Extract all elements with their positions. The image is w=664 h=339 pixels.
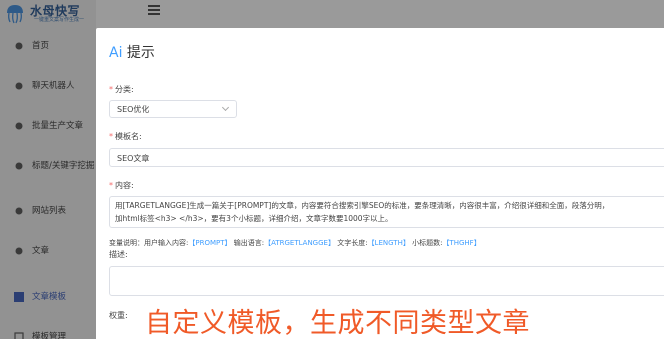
chat-icon (15, 82, 23, 90)
description-label: 描述: (109, 250, 128, 259)
sidebar-item-label: 标题/关键字挖掘 (32, 161, 95, 171)
dialog-title-prefix: Ai (109, 45, 123, 61)
required-mark: * (109, 85, 113, 94)
article-icon (15, 247, 23, 255)
prompt-dialog: Ai 提示 * 分类: SEO优化 * 模板名: SEO文章 * 内容: 用[TARG… (96, 28, 664, 339)
logo-subtitle: 一键重文案写作生成一 (34, 17, 85, 23)
sidebar-item-label: 首页 (32, 41, 50, 51)
content-label: * 内容: (109, 180, 134, 191)
vars-length-label: 文字长度: (337, 239, 368, 247)
var-length: 【LENGTH】 (367, 239, 410, 247)
sidebar-item-label: 批量生产文章 (32, 121, 84, 131)
category-label: * 分类: (109, 84, 134, 95)
category-select[interactable]: SEO优化 (109, 100, 237, 118)
chevron-down-icon (221, 103, 230, 112)
template-name-label-text: 模板名: (115, 132, 142, 141)
sidebar-item-websites[interactable]: 网站列表 (0, 200, 96, 222)
vars-prefix: 变量说明：用户输入内容: (109, 239, 189, 247)
dialog-title: Ai 提示 (109, 42, 155, 62)
app-logo[interactable]: 水母快写 一键重文案写作生成一 (4, 0, 94, 28)
required-mark: * (109, 132, 113, 141)
weight-label: 权重: (109, 311, 128, 320)
template-manage-icon (14, 332, 24, 339)
menu-toggle-icon[interactable] (148, 5, 160, 17)
var-language: 【ATRGETLANGGE】 (264, 239, 335, 247)
sidebar-item-keyword-mining[interactable]: 标题/关键字挖掘 (0, 155, 96, 177)
content-label-text: 内容: (115, 181, 134, 190)
sidebar-item-chatbot[interactable]: 聊天机器人 (0, 75, 96, 97)
website-icon (15, 207, 23, 215)
category-label-text: 分类: (115, 85, 134, 94)
sidebar: 水母快写 一键重文案写作生成一 首页 聊天机器人 批量生产文章 标题/关键字挖掘… (0, 0, 96, 339)
content-line-1: 用[TARGETLANGGE]生成一篇关于[PROMPT]的文章，内容要符合搜索… (115, 201, 610, 210)
description-textarea[interactable] (109, 266, 664, 296)
batch-icon (15, 122, 23, 130)
jellyfish-logo-icon (7, 5, 23, 24)
var-prompt: 【PROMPT】 (188, 239, 232, 247)
sidebar-item-label: 聊天机器人 (32, 81, 75, 91)
content-line-2: 加html标签<h3> </h3>，要有3个小标题，详细介绍，文章字数要1000… (115, 214, 393, 223)
sidebar-item-batch-articles[interactable]: 批量生产文章 (0, 115, 96, 137)
template-name-input[interactable]: SEO文章 (109, 148, 664, 167)
home-icon (15, 42, 23, 50)
required-mark: * (109, 181, 113, 190)
sidebar-item-articles[interactable]: 文章 (0, 240, 96, 262)
keyword-icon (15, 162, 23, 170)
top-bar (96, 0, 664, 22)
template-icon (14, 292, 24, 302)
dialog-title-text: 提示 (126, 45, 155, 61)
content-textarea[interactable]: 用[TARGETLANGGE]生成一篇关于[PROMPT]的文章，内容要符合搜索… (109, 196, 664, 228)
sidebar-item-label: 文章 (32, 246, 50, 256)
sidebar-item-article-templates[interactable]: 文章模板 (0, 286, 96, 308)
category-select-value: SEO优化 (117, 105, 150, 114)
sidebar-item-label: 文章模板 (32, 292, 67, 302)
sidebar-item-label: 网站列表 (32, 206, 67, 216)
var-headings: 【THGHF】 (442, 239, 481, 247)
sidebar-item-home[interactable]: 首页 (0, 35, 96, 57)
vars-language-label: 输出语言: (233, 239, 265, 247)
template-name-value: SEO文章 (117, 154, 150, 163)
sidebar-item-template-management[interactable]: 模板管理 (0, 326, 96, 339)
vars-headings-label: 小标题数: (412, 239, 443, 247)
promo-caption: 自定义模板，生成不同类型文章 (145, 308, 530, 339)
sidebar-item-label: 模板管理 (32, 332, 67, 339)
variables-hint: 变量说明：用户输入内容:【PROMPT】 输出语言:【ATRGETLANGGE】… (109, 238, 481, 248)
template-name-label: * 模板名: (109, 131, 142, 142)
